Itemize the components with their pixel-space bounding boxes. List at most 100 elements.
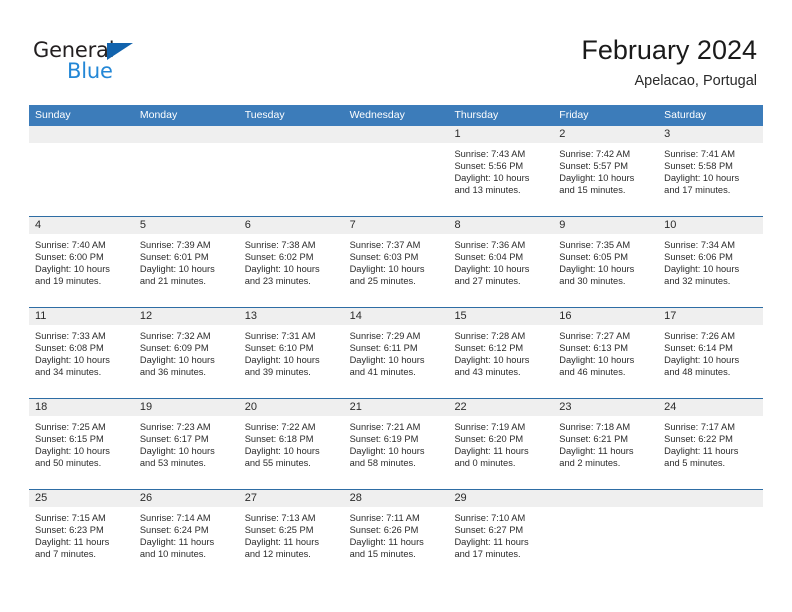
- day-event-line: Daylight: 10 hours: [454, 173, 530, 184]
- day-number-band: 9: [553, 217, 659, 234]
- day-cell[interactable]: 8 Sunrise: 7:36 AM Sunset: 6:04 PM Daylight…: [448, 217, 554, 307]
- day-cell[interactable]: 16 Sunrise: 7:27 AM Sunset: 6:13 PM Dayligh…: [553, 308, 659, 398]
- day-cell[interactable]: 10 Sunrise: 7:34 AM Sunset: 6:06 PM Dayligh…: [658, 217, 764, 307]
- day-number-band: 12: [133, 308, 239, 325]
- weekday-header-row: Sunday Monday Tuesday Wednesday Thursday Frid…: [29, 105, 763, 126]
- day-event-line: Sunrise: 7:19 AM: [454, 422, 526, 432]
- day-number-band: 20: [238, 399, 344, 416]
- day-cell[interactable]: 17 Sunrise: 7:26 AM Sunset: 6:14 PM Dayligh…: [658, 308, 764, 398]
- general-blue-logo[interactable]: General Blue: [33, 38, 233, 86]
- day-event-line: and 15 minutes.: [559, 185, 626, 196]
- day-events: Sunrise: 7:40 AM Sunset: 6:00 PM Daylight:…: [29, 234, 134, 287]
- day-cell[interactable]: 15 Sunrise: 7:28 AM Sunset: 6:12 PM Dayligh…: [448, 308, 554, 398]
- day-cell[interactable]: 28 Sunrise: 7:11 AM Sunset: 6:26 PM Dayligh…: [343, 490, 449, 580]
- day-event-line: and 58 minutes.: [349, 458, 416, 469]
- day-event-line: and 27 minutes.: [454, 276, 521, 287]
- day-events: Sunrise: 7:38 AM Sunset: 6:02 PM Daylight:…: [239, 234, 344, 287]
- day-events: Sunrise: 7:15 AM Sunset: 6:23 PM Daylight:…: [29, 507, 134, 560]
- day-number-band: [658, 490, 764, 507]
- day-cell[interactable]: 4 Sunrise: 7:40 AM Sunset: 6:00 PM Daylight…: [29, 217, 134, 307]
- day-events: Sunrise: 7:14 AM Sunset: 6:24 PM Daylight:…: [134, 507, 239, 560]
- day-cell[interactable]: 14 Sunrise: 7:29 AM Sunset: 6:11 PM Dayligh…: [343, 308, 449, 398]
- day-number: 24: [664, 401, 677, 413]
- day-event-line: Sunset: 6:27 PM: [454, 525, 524, 536]
- day-number-band: 7: [343, 217, 449, 234]
- day-number-band: [238, 126, 344, 143]
- day-cell-empty: [238, 126, 344, 216]
- day-cell[interactable]: 27 Sunrise: 7:13 AM Sunset: 6:25 PM Dayligh…: [238, 490, 344, 580]
- day-number: 7: [349, 219, 356, 231]
- day-cell[interactable]: 6 Sunrise: 7:38 AM Sunset: 6:02 PM Daylight…: [238, 217, 344, 307]
- day-cell[interactable]: 1 Sunrise: 7:43 AM Sunset: 5:56 PM Daylight…: [448, 126, 554, 216]
- day-cell[interactable]: 9 Sunrise: 7:35 AM Sunset: 6:05 PM Daylight…: [553, 217, 659, 307]
- day-number-band: 23: [553, 399, 659, 416]
- day-cell[interactable]: 25 Sunrise: 7:15 AM Sunset: 6:23 PM Dayligh…: [29, 490, 134, 580]
- day-number: 9: [559, 219, 566, 231]
- day-event-line: Sunrise: 7:11 AM: [349, 513, 420, 523]
- day-number-band: 21: [343, 399, 449, 416]
- day-number-band: 19: [133, 399, 239, 416]
- day-event-line: and 7 minutes.: [35, 549, 96, 560]
- day-cell[interactable]: 7 Sunrise: 7:37 AM Sunset: 6:03 PM Daylight…: [343, 217, 449, 307]
- day-event-line: Sunrise: 7:43 AM: [454, 149, 526, 159]
- day-event-line: Daylight: 10 hours: [454, 355, 530, 366]
- day-cell[interactable]: 20 Sunrise: 7:22 AM Sunset: 6:18 PM Dayligh…: [238, 399, 344, 489]
- day-cell[interactable]: 29 Sunrise: 7:10 AM Sunset: 6:27 PM Dayligh…: [448, 490, 554, 580]
- day-event-line: Sunrise: 7:13 AM: [244, 513, 316, 523]
- day-event-line: Daylight: 11 hours: [454, 446, 529, 457]
- day-number-band: [29, 126, 134, 143]
- day-cell-empty: [553, 490, 659, 580]
- day-event-line: and 48 minutes.: [664, 367, 731, 378]
- day-event-line: Daylight: 10 hours: [244, 446, 320, 457]
- day-number: 5: [139, 219, 146, 231]
- day-number-band: 8: [448, 217, 554, 234]
- day-events: Sunrise: 7:11 AM Sunset: 6:26 PM Daylight:…: [344, 507, 449, 560]
- day-event-line: Daylight: 11 hours: [139, 537, 215, 548]
- day-event-line: Sunrise: 7:32 AM: [139, 331, 211, 341]
- day-event-line: Daylight: 10 hours: [35, 355, 110, 366]
- day-events: Sunrise: 7:13 AM Sunset: 6:25 PM Daylight:…: [239, 507, 344, 560]
- day-cell[interactable]: 19 Sunrise: 7:23 AM Sunset: 6:17 PM Dayligh…: [133, 399, 239, 489]
- weekday-header-friday: Friday: [559, 109, 589, 121]
- day-events: Sunrise: 7:31 AM Sunset: 6:10 PM Daylight:…: [239, 325, 344, 378]
- day-number: 22: [454, 401, 467, 413]
- day-number-band: 2: [553, 126, 659, 143]
- day-cell[interactable]: 23 Sunrise: 7:18 AM Sunset: 6:21 PM Dayligh…: [553, 399, 659, 489]
- day-event-line: and 39 minutes.: [244, 367, 311, 378]
- day-cell[interactable]: 22 Sunrise: 7:19 AM Sunset: 6:20 PM Dayligh…: [448, 399, 554, 489]
- day-event-line: and 13 minutes.: [454, 185, 521, 196]
- day-event-line: Sunrise: 7:17 AM: [664, 422, 735, 432]
- day-cell[interactable]: 26 Sunrise: 7:14 AM Sunset: 6:24 PM Dayligh…: [133, 490, 239, 580]
- day-cell[interactable]: 24 Sunrise: 7:17 AM Sunset: 6:22 PM Dayligh…: [658, 399, 764, 489]
- day-event-line: and 15 minutes.: [349, 549, 416, 560]
- day-cell[interactable]: 21 Sunrise: 7:21 AM Sunset: 6:19 PM Dayligh…: [343, 399, 449, 489]
- day-number-band: 26: [133, 490, 239, 507]
- day-event-line: Sunset: 6:15 PM: [35, 434, 104, 445]
- day-event-line: and 10 minutes.: [139, 549, 207, 560]
- day-event-line: Sunrise: 7:22 AM: [244, 422, 316, 432]
- day-cell[interactable]: 18 Sunrise: 7:25 AM Sunset: 6:15 PM Dayligh…: [29, 399, 134, 489]
- day-event-line: Daylight: 10 hours: [664, 355, 740, 366]
- day-event-line: Sunrise: 7:10 AM: [454, 513, 526, 523]
- day-event-line: Daylight: 10 hours: [244, 355, 320, 366]
- day-cell[interactable]: 3 Sunrise: 7:41 AM Sunset: 5:58 PM Daylight…: [658, 126, 764, 216]
- day-cell[interactable]: 11 Sunrise: 7:33 AM Sunset: 6:08 PM Dayligh…: [29, 308, 134, 398]
- logo-triangle-icon: [107, 43, 133, 60]
- day-event-line: and 21 minutes.: [139, 276, 207, 287]
- day-event-line: Daylight: 10 hours: [35, 264, 110, 275]
- day-cell[interactable]: 12 Sunrise: 7:32 AM Sunset: 6:09 PM Dayligh…: [133, 308, 239, 398]
- day-events: Sunrise: 7:35 AM Sunset: 6:05 PM Daylight:…: [553, 234, 658, 287]
- day-events: Sunrise: 7:36 AM Sunset: 6:04 PM Daylight:…: [448, 234, 553, 287]
- day-cell[interactable]: 2 Sunrise: 7:42 AM Sunset: 5:57 PM Daylight…: [553, 126, 659, 216]
- day-number: 6: [244, 219, 251, 231]
- day-event-line: Daylight: 11 hours: [35, 537, 110, 548]
- day-number-band: [133, 126, 239, 143]
- day-cell[interactable]: 13 Sunrise: 7:31 AM Sunset: 6:10 PM Dayligh…: [238, 308, 344, 398]
- day-event-line: Sunrise: 7:28 AM: [454, 331, 526, 341]
- day-number: 10: [664, 219, 677, 231]
- day-cell[interactable]: 5 Sunrise: 7:39 AM Sunset: 6:01 PM Daylight…: [133, 217, 239, 307]
- day-number-band: 24: [658, 399, 764, 416]
- calendar-week-row: 1 Sunrise: 7:43 AM Sunset: 5:56 PM Daylight…: [29, 126, 764, 216]
- day-event-line: Daylight: 10 hours: [559, 355, 635, 366]
- day-event-line: Sunrise: 7:26 AM: [664, 331, 735, 341]
